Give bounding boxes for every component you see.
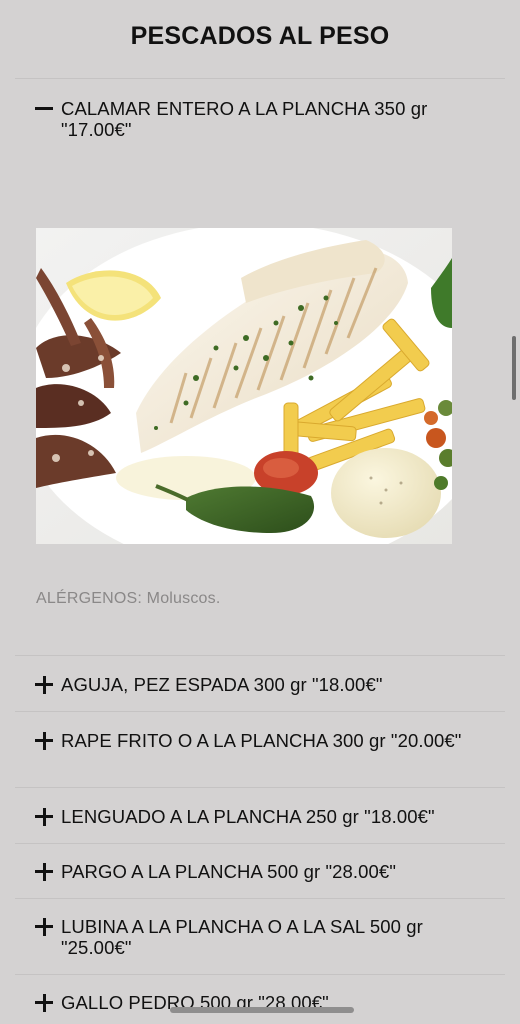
accordion-item[interactable]: RAPE FRITO O A LA PLANCHA 300 gr "20.00€… [15, 711, 505, 787]
scrollbar-thumb[interactable] [512, 336, 516, 400]
accordion-item[interactable]: LUBINA A LA PLANCHA O A LA SAL 500 gr "2… [15, 898, 505, 974]
accordion-item[interactable]: AGUJA, PEZ ESPADA 300 gr "18.00€" [15, 655, 505, 711]
home-indicator[interactable] [170, 1007, 354, 1013]
accordion-item-label: LUBINA A LA PLANCHA O A LA SAL 500 gr "2… [61, 916, 423, 958]
accordion-item-label: CALAMAR ENTERO A LA PLANCHA 350 gr "17.0… [61, 98, 428, 140]
accordion-item-label: RAPE FRITO O A LA PLANCHA 300 gr "20.00€… [61, 730, 462, 751]
allergens-text: ALÉRGENOS: Moluscos. [36, 590, 221, 607]
accordion-item[interactable]: PARGO A LA PLANCHA 500 gr "28.00€" [15, 843, 505, 898]
accordion-item[interactable]: CALAMAR ENTERO A LA PLANCHA 350 gr "17.0… [15, 78, 505, 158]
accordion-item[interactable]: GALLO PEDRO 500 gr "28.00€" [15, 974, 505, 1024]
accordion-item-label: AGUJA, PEZ ESPADA 300 gr "18.00€" [61, 674, 383, 695]
accordion-item[interactable]: LENGUADO A LA PLANCHA 250 gr "18.00€" [15, 787, 505, 843]
accordion-item-label: LENGUADO A LA PLANCHA 250 gr "18.00€" [61, 806, 435, 827]
accordion-item-label: PARGO A LA PLANCHA 500 gr "28.00€" [61, 861, 396, 882]
page-title: PESCADOS AL PESO [130, 22, 390, 50]
dish-photo [36, 228, 452, 544]
